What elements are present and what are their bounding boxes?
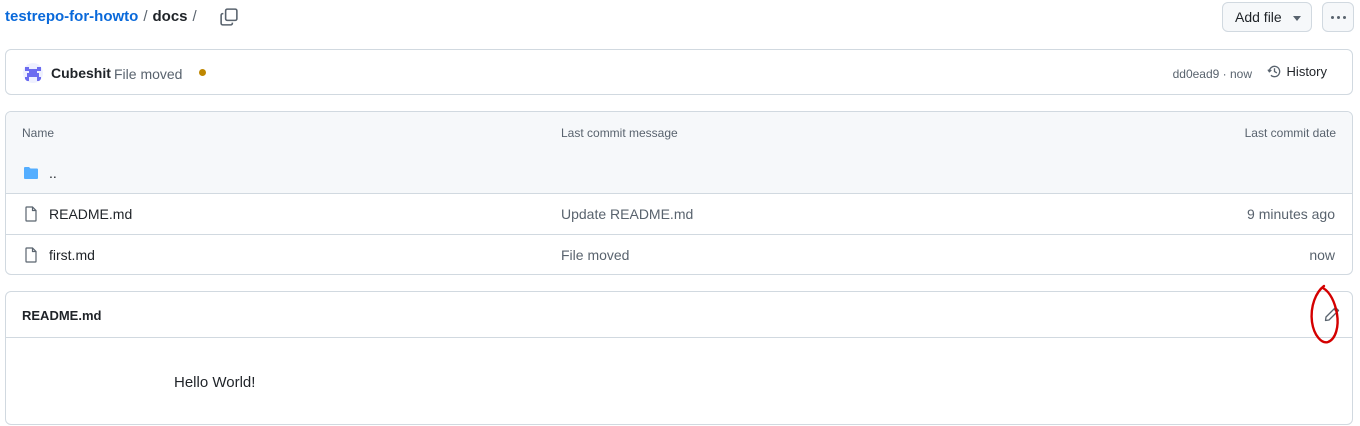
file-table: Name Last commit message Last commit dat… — [5, 111, 1353, 275]
kebab-horizontal-icon — [1330, 15, 1334, 19]
commit-message-link[interactable]: Update README.md — [561, 206, 693, 222]
file-icon — [25, 247, 37, 263]
file-name-link[interactable]: first.md — [49, 247, 95, 263]
commit-date: 9 minutes ago — [1247, 206, 1335, 222]
add-file-button[interactable]: Add file — [1222, 2, 1312, 32]
breadcrumb-separator: / — [192, 8, 197, 25]
readme-content: Hello World! — [174, 374, 256, 391]
column-header-name: Name — [22, 126, 55, 140]
chevron-down-icon — [1293, 16, 1301, 21]
pencil-icon[interactable] — [1324, 306, 1340, 322]
parent-directory-row[interactable]: .. — [6, 153, 1352, 194]
file-name-link[interactable]: README.md — [49, 206, 132, 222]
more-options-button[interactable] — [1322, 2, 1354, 32]
add-file-label: Add file — [1235, 9, 1282, 25]
readme-panel: README.md Hello World! — [5, 291, 1353, 425]
column-header-message: Last commit message — [561, 126, 678, 140]
file-icon — [25, 206, 37, 222]
commit-message-link[interactable]: File moved — [561, 247, 629, 263]
parent-directory-link[interactable]: .. — [49, 165, 57, 181]
table-row[interactable]: README.md Update README.md 9 minutes ago — [6, 194, 1352, 235]
history-icon — [1266, 65, 1280, 78]
copy-icon[interactable] — [220, 8, 238, 26]
readme-header: README.md — [6, 292, 1352, 338]
repo-header: testrepo-for-howto / docs / Add file — [0, 0, 1360, 36]
latest-commit-bar: Cubeshit File moved dd0ead9 · now Histor… — [5, 49, 1353, 95]
breadcrumb-current-folder: docs — [152, 8, 188, 25]
commit-author[interactable]: Cubeshit — [51, 65, 111, 81]
avatar[interactable] — [23, 63, 43, 83]
history-button[interactable]: History — [1266, 64, 1327, 79]
breadcrumb-repo-link[interactable]: testrepo-for-howto — [5, 8, 138, 25]
commit-date: now — [1309, 247, 1335, 263]
table-header: Name Last commit message Last commit dat… — [6, 112, 1352, 154]
breadcrumb: testrepo-for-howto / docs / — [5, 8, 202, 25]
readme-title[interactable]: README.md — [22, 308, 101, 323]
history-label: History — [1286, 64, 1327, 79]
commit-message[interactable]: File moved — [114, 66, 182, 82]
commit-status-icon[interactable] — [199, 69, 206, 76]
folder-icon — [24, 167, 38, 179]
commit-sha-time[interactable]: dd0ead9 · now — [1173, 67, 1252, 81]
table-row[interactable]: first.md File moved now — [6, 235, 1352, 274]
breadcrumb-separator: / — [143, 8, 148, 25]
column-header-date: Last commit date — [1244, 126, 1336, 140]
